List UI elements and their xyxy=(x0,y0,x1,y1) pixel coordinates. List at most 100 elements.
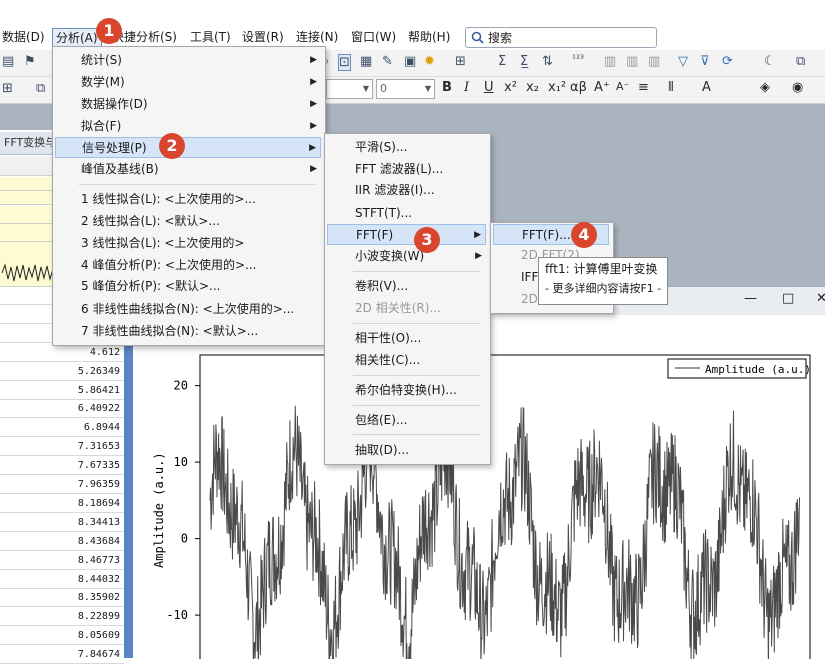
italic-icon[interactable]: I xyxy=(464,80,469,95)
table-cell[interactable]: 8.43684 xyxy=(0,532,124,551)
menu-analysis[interactable]: 分析(A) xyxy=(52,28,102,48)
menu-item[interactable]: 1 线性拟合(L): <上次使用的>... xyxy=(55,189,321,210)
menu-item[interactable]: 3 线性拟合(L): <上次使用的> xyxy=(55,233,321,254)
menu-item-label: 6 非线性曲线拟合(N): <上次使用的>... xyxy=(81,302,295,316)
menu-item[interactable]: FFT 滤波器(L)... xyxy=(327,159,486,180)
bold-icon[interactable]: B xyxy=(442,80,452,95)
menu-item[interactable]: 抽取(D)... xyxy=(327,440,486,461)
super-sub-icon[interactable]: x₁² xyxy=(548,80,566,95)
fill-pattern-icon[interactable]: ⦀ xyxy=(668,80,674,95)
increase-font-icon[interactable]: A⁺ xyxy=(594,80,610,95)
histogram-icon[interactable]: ▥ xyxy=(648,54,660,69)
menu-settings[interactable]: 设置(R) xyxy=(242,28,284,46)
notes-icon[interactable]: ✎ xyxy=(382,54,393,69)
menu-item[interactable]: IIR 滤波器(I)... xyxy=(327,180,486,201)
menu-item[interactable]: 小波变换(W) ▶ xyxy=(327,246,486,267)
menu-connect[interactable]: 连接(N) xyxy=(296,28,338,46)
table-cell[interactable]: 8.44032 xyxy=(0,570,124,589)
copy-format-icon[interactable]: ⧉ xyxy=(796,54,805,69)
menu-item[interactable]: 希尔伯特变换(H)... xyxy=(327,380,486,401)
layout-icon[interactable]: ⊞ xyxy=(2,81,13,96)
reapply-filter-icon[interactable]: ⟳ xyxy=(722,54,733,69)
font-combo[interactable]: ▼ xyxy=(326,79,373,99)
table-cell[interactable]: 8.22899 xyxy=(0,607,124,627)
fill-color-icon[interactable]: ◈ xyxy=(760,80,770,95)
clear-filter-icon[interactable]: ⊽ xyxy=(700,54,710,69)
chevron-right-icon: ▶ xyxy=(310,99,317,109)
dark-mode-icon[interactable]: ☾ xyxy=(764,54,776,69)
menu-item-label: 相关性(C)... xyxy=(355,353,421,367)
save-icon[interactable]: ▤ xyxy=(2,54,14,69)
table-cell[interactable]: 7.31653 xyxy=(0,437,124,457)
menu-item[interactable]: FFT(F) ▶ xyxy=(327,224,486,245)
menu-item[interactable]: 2 线性拟合(L): <默认>... xyxy=(55,211,321,232)
menu-item[interactable]: 7 非线性曲线拟合(N): <默认>... xyxy=(55,321,321,342)
search-input[interactable]: 搜索 xyxy=(465,27,657,48)
copy-icon[interactable]: ⧉ xyxy=(36,81,45,96)
tooltip-title: fft1: 计算傅里叶变换 xyxy=(545,262,658,276)
table-cell[interactable]: 8.35902 xyxy=(0,588,124,608)
menu-item[interactable]: 数据操作(D) ▶ xyxy=(55,94,321,115)
menu-item[interactable]: STFT(T)... xyxy=(327,203,486,224)
column-chart-icon[interactable]: ▥ xyxy=(604,54,616,69)
table-cell[interactable]: 8.46773 xyxy=(0,551,124,570)
menu-item[interactable]: 峰值及基线(B) ▶ xyxy=(55,159,321,180)
menu-window[interactable]: 窗口(W) xyxy=(351,28,396,46)
font-color-icon[interactable]: A xyxy=(702,80,711,95)
menu-item[interactable]: 相关性(C)... xyxy=(327,350,486,371)
menu-item[interactable]: 4 峰值分析(P): <上次使用的>... xyxy=(55,255,321,276)
console-icon[interactable]: ▣ xyxy=(404,54,416,69)
bar-chart-icon[interactable]: ▥ xyxy=(626,54,638,69)
table-cell[interactable]: 8.18694 xyxy=(0,494,124,513)
stats-icon[interactable]: Σ̲ xyxy=(520,54,528,69)
table-cell[interactable]: 8.05609 xyxy=(0,626,124,646)
menu-item[interactable]: 2D 相关性(R)... xyxy=(327,298,486,319)
palette-icon[interactable]: ◉ xyxy=(792,80,803,95)
font-size-combo[interactable]: 0 ▼ xyxy=(376,79,435,99)
menu-tools[interactable]: 工具(T) xyxy=(190,28,231,46)
sum-icon[interactable]: Σ xyxy=(498,54,506,69)
worksheet-icon[interactable]: ▦ xyxy=(360,54,372,69)
menu-item[interactable]: 6 非线性曲线拟合(N): <上次使用的>... xyxy=(55,299,321,320)
table-cell[interactable]: 6.8944 xyxy=(0,418,124,438)
minimize-icon[interactable]: — xyxy=(744,291,757,306)
menu-item[interactable]: 数学(M) ▶ xyxy=(55,72,321,93)
table-cell[interactable]: 8.34413 xyxy=(0,513,124,532)
table-cell[interactable]: 7.96359 xyxy=(0,475,124,494)
underline-icon[interactable]: U xyxy=(484,80,494,95)
menu-item[interactable]: 卷积(V)... xyxy=(327,276,486,297)
menu-item[interactable]: 相干性(O)... xyxy=(327,328,486,349)
maximize-icon[interactable]: □ xyxy=(782,291,794,306)
align-icon[interactable]: ≡ xyxy=(638,80,649,95)
menu-help[interactable]: 帮助(H) xyxy=(408,28,450,46)
menu-data[interactable]: 数据(D) xyxy=(2,28,45,46)
greek-icon[interactable]: αβ xyxy=(570,80,587,95)
step-badge-4: 4 xyxy=(571,222,597,248)
table-cell[interactable]: 6.40922 xyxy=(0,399,124,419)
decrease-font-icon[interactable]: A⁻ xyxy=(616,80,629,93)
menu-separator xyxy=(353,323,480,324)
gear-icon[interactable]: ✹ xyxy=(424,54,435,69)
menu-item[interactable]: 信号处理(P) ▶ xyxy=(55,137,321,158)
add-column-icon[interactable]: ⊞ xyxy=(455,54,466,69)
subscript-icon[interactable]: x₂ xyxy=(526,80,539,95)
runner-icon[interactable]: ⚑ xyxy=(24,54,36,69)
menu-item[interactable]: 平滑(S)... xyxy=(327,137,486,158)
superscript-icon[interactable]: x² xyxy=(504,80,517,95)
menu-item[interactable]: 包络(E)... xyxy=(327,410,486,431)
chevron-right-icon: ▶ xyxy=(310,55,317,65)
menu-item[interactable]: 统计(S) ▶ xyxy=(55,50,321,71)
legend-label: Amplitude (a.u.) xyxy=(705,363,811,376)
table-cell[interactable]: 7.67335 xyxy=(0,456,124,476)
zoom-region-icon[interactable]: ⊡ xyxy=(338,54,351,71)
table-cell[interactable]: 5.26349 xyxy=(0,362,124,381)
tooltip-hint: - 更多详细内容请按F1 - xyxy=(545,282,662,295)
menu-item[interactable]: 拟合(F) ▶ xyxy=(55,116,321,137)
sort-icon[interactable]: ⇅ xyxy=(542,54,553,69)
close-icon[interactable]: ✕ xyxy=(816,291,825,306)
row-number-icon[interactable]: ¹²³ xyxy=(572,54,584,65)
menu-item[interactable]: 5 峰值分析(P): <默认>... xyxy=(55,276,321,297)
table-cell[interactable]: 7.84674 xyxy=(0,645,124,665)
table-cell[interactable]: 5.86421 xyxy=(0,381,124,400)
filter-icon[interactable]: ▽ xyxy=(678,54,688,69)
